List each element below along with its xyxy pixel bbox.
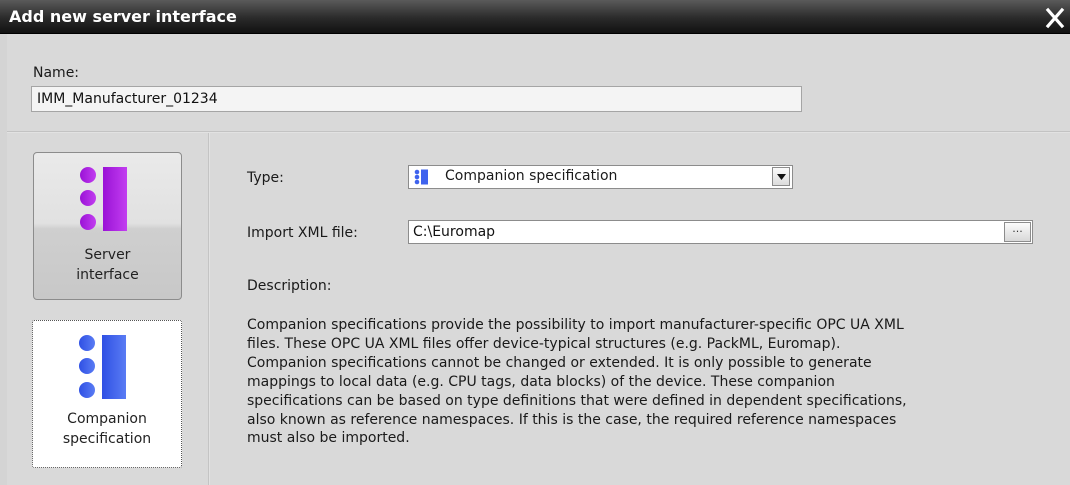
description-line: Companion specifications cannot be chang… — [247, 354, 872, 371]
horizontal-divider — [7, 131, 1070, 133]
name-label: Name: — [33, 65, 80, 81]
description-text: Companion specifications provide the pos… — [247, 316, 1047, 448]
server-interface-button[interactable]: Server interface — [33, 152, 182, 300]
import-xml-input[interactable] — [408, 220, 1033, 244]
companion-specification-icon — [414, 169, 428, 185]
companion-specification-button[interactable]: Companion specification — [30, 318, 184, 470]
server-interface-label: Server interface — [34, 245, 181, 285]
browse-button[interactable]: ... — [1004, 222, 1031, 242]
dialog-titlebar: Add new server interface — [0, 0, 1070, 34]
companion-specification-icon — [79, 335, 126, 399]
close-icon — [1045, 7, 1065, 29]
description-label: Description: — [247, 278, 332, 294]
type-dropdown-value: Companion specification — [445, 168, 618, 184]
name-input[interactable] — [31, 86, 802, 112]
dialog-title: Add new server interface — [9, 7, 237, 26]
chevron-down-icon — [777, 174, 786, 180]
server-interface-label-line1: Server — [84, 247, 131, 263]
import-xml-label: Import XML file: — [247, 225, 358, 241]
close-button[interactable] — [1041, 5, 1067, 31]
companion-specification-label-line1: Companion — [67, 411, 147, 427]
companion-specification-label-line2: specification — [62, 431, 152, 447]
description-line: specifications can be based on type defi… — [247, 392, 907, 409]
description-line: must also be imported. — [247, 430, 410, 447]
description-line: mappings to local data (e.g. CPU tags, d… — [247, 373, 835, 390]
type-label: Type: — [247, 170, 284, 186]
description-line: Companion specifications provide the pos… — [247, 317, 904, 333]
description-line: also known as reference namespaces. If t… — [247, 411, 897, 428]
server-interface-icon — [80, 167, 127, 231]
type-dropdown-arrow[interactable] — [772, 167, 790, 186]
vertical-divider — [208, 133, 210, 485]
server-interface-label-line2: interface — [76, 267, 139, 283]
companion-specification-label: Companion specification — [33, 409, 181, 449]
type-dropdown[interactable]: Companion specification — [408, 165, 793, 189]
description-line: files. These OPC UA XML files offer devi… — [247, 335, 841, 352]
